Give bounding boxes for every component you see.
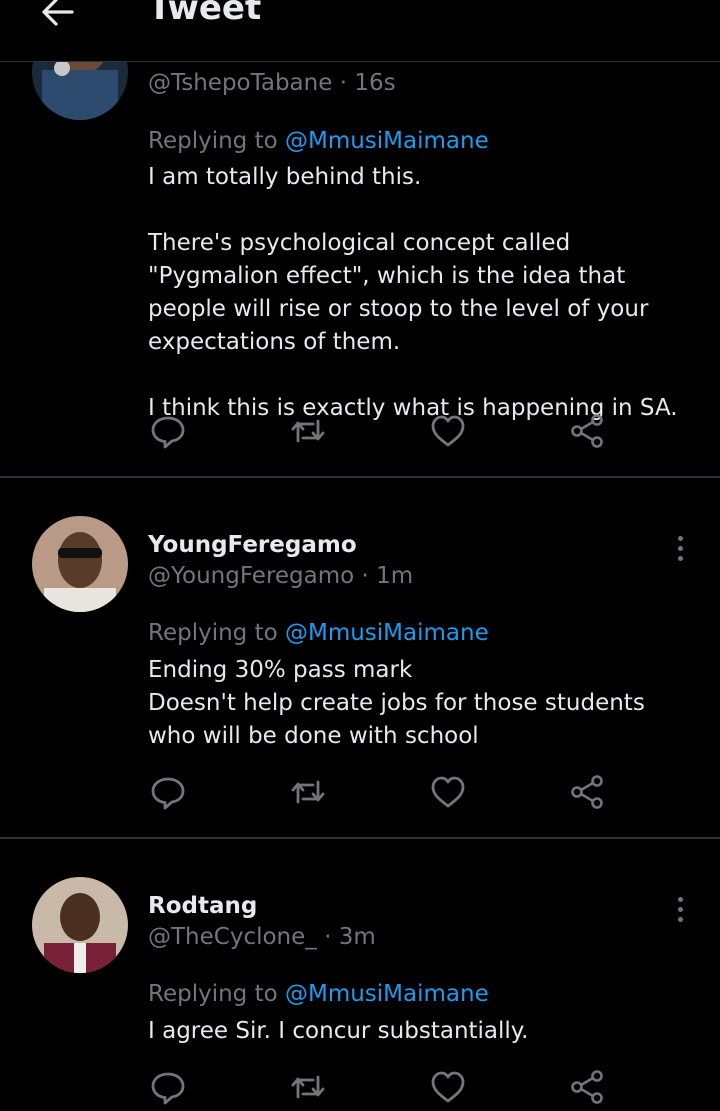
tweet-text: Ending 30% pass mark Doesn't help create… [148,654,696,753]
tweet-time[interactable]: 16s [354,70,395,96]
tweet-handle-line: @TshepoTabane · 16s [148,70,396,96]
more-options-button[interactable] [670,897,690,927]
divider [0,476,720,478]
mention-link[interactable]: @MmusiMaimane [285,128,489,154]
divider [0,837,720,839]
page-title: Tweet [148,0,262,28]
like-button[interactable] [428,772,468,812]
tweet-handle[interactable]: @TheCyclone_ [148,924,317,950]
replying-to-label: Replying to [148,620,278,646]
top-bar: Tweet [0,0,720,62]
reply-icon [151,1072,185,1105]
retweet-button[interactable] [288,1067,328,1107]
tweet-handle-line: @TheCyclone_ · 3m [148,924,376,950]
reply-button[interactable] [148,411,188,451]
like-button[interactable] [428,411,468,451]
mention-link[interactable]: @MmusiMaimane [285,620,489,646]
tweet-actions [148,772,628,812]
like-button[interactable] [428,1067,468,1107]
like-icon [431,1071,465,1103]
retweet-button[interactable] [288,772,328,812]
retweet-icon [291,419,325,443]
tweet-actions [148,1067,628,1107]
share-icon [571,1070,603,1104]
avatar[interactable] [32,877,128,973]
dot-icon [677,897,683,902]
tweet-actions [148,411,628,451]
dot-icon [677,556,683,561]
avatar[interactable] [32,516,128,612]
reply-button[interactable] [148,772,188,812]
replying-to: Replying to @MmusiMaimane [148,981,489,1007]
share-icon [571,414,603,448]
more-options-button[interactable] [670,536,690,566]
header-divider [0,61,720,62]
tweet-handle-line: @YoungFeregamo · 1m [148,563,414,589]
retweet-button[interactable] [288,411,328,451]
mention-link[interactable]: @MmusiMaimane [285,981,489,1007]
replying-to-label: Replying to [148,981,278,1007]
tweet-line: I am totally behind this. [148,164,422,190]
reply-icon [151,416,185,449]
like-icon [431,415,465,447]
tweet-author-name[interactable]: YoungFeregamo [148,532,357,558]
dot-icon [677,907,683,912]
arrow-left-icon [42,0,74,26]
dot-icon [677,536,683,541]
tweet-line: Ending 30% pass mark [148,657,413,683]
replying-to: Replying to @MmusiMaimane [148,620,489,646]
share-button[interactable] [568,411,608,451]
tweet-time[interactable]: 3m [339,924,376,950]
tweet-line: Doesn't help create jobs for those stude… [148,690,645,749]
tweet-time[interactable]: 1m [376,563,413,589]
tweet-author-name[interactable]: Rodtang [148,893,257,919]
tweet-handle[interactable]: @YoungFeregamo [148,563,354,589]
tweet-handle[interactable]: @TshepoTabane [148,70,332,96]
tweet-line: There's psychological concept called "Py… [148,230,649,355]
replying-to: Replying to @MmusiMaimane [148,128,489,154]
dot-icon [677,917,683,922]
reply-icon [151,777,185,810]
back-button[interactable] [38,0,78,32]
tweet-text: I agree Sir. I concur substantially. [148,1015,696,1048]
share-icon [571,775,603,809]
tweet-line: I agree Sir. I concur substantially. [148,1018,529,1044]
retweet-icon [291,780,325,804]
tweet-text: I am totally behind this. There's psycho… [148,161,696,425]
replying-to-label: Replying to [148,128,278,154]
reply-button[interactable] [148,1067,188,1107]
dot-icon [677,546,683,551]
like-icon [431,776,465,808]
share-button[interactable] [568,1067,608,1107]
retweet-icon [291,1075,325,1099]
share-button[interactable] [568,772,608,812]
